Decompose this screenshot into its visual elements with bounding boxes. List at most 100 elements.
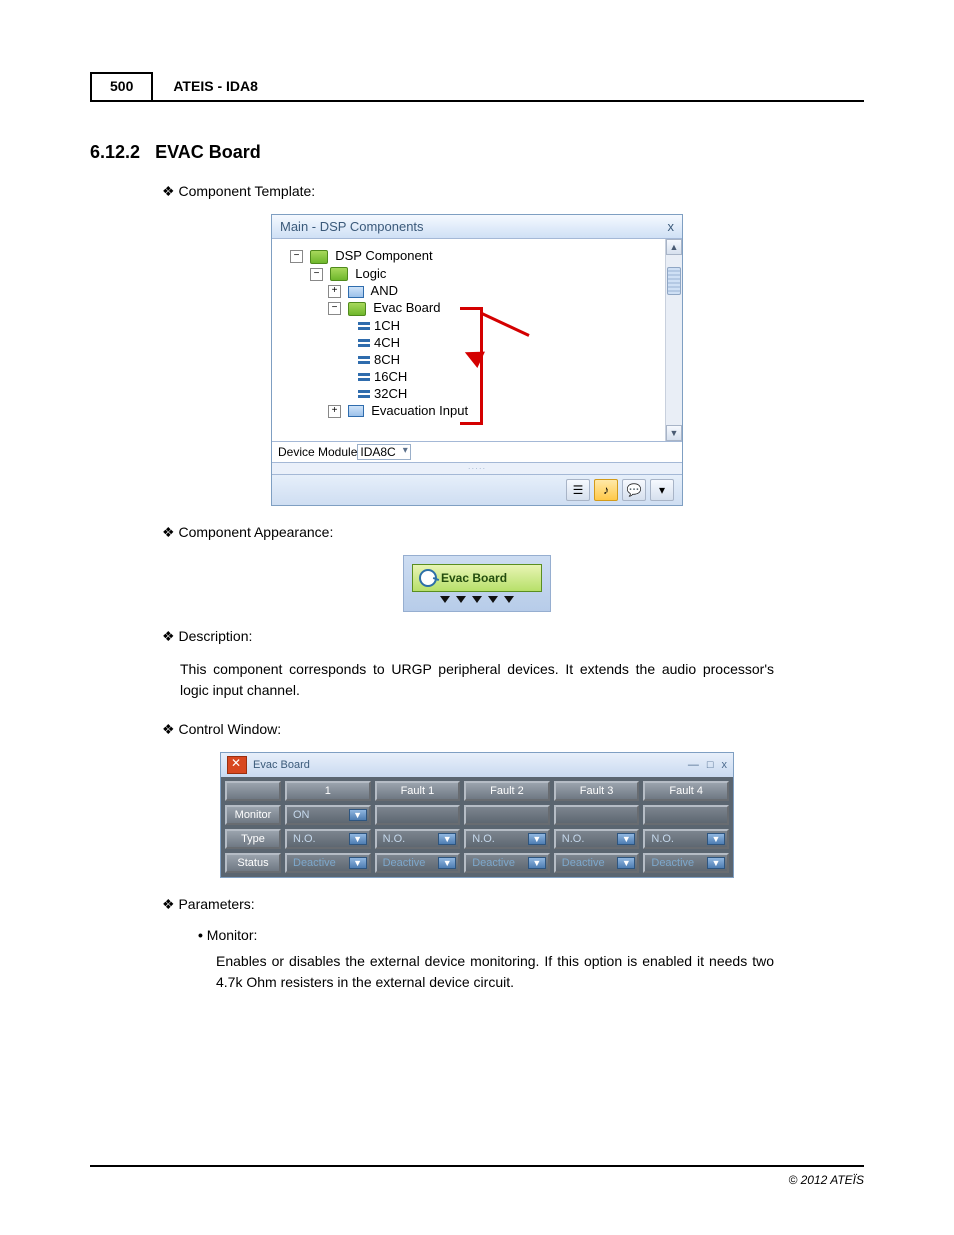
tree-logic[interactable]: Logic	[355, 266, 386, 281]
label-component-template: Component Template:	[162, 183, 864, 200]
item-icon	[348, 286, 364, 298]
scroll-up-icon[interactable]: ▲	[666, 239, 682, 255]
minimize-icon[interactable]: —	[688, 759, 699, 771]
expander-icon[interactable]: −	[290, 250, 303, 263]
scrollbar[interactable]: ▲ ▼	[665, 239, 682, 441]
label-control-window: Control Window:	[162, 721, 864, 738]
evac-badge-icon	[419, 569, 437, 587]
chevron-down-icon[interactable]: ▼	[617, 857, 635, 869]
expander-icon[interactable]: +	[328, 285, 341, 298]
section-heading: 6.12.2 EVAC Board	[90, 142, 864, 163]
evac-board-badge[interactable]: Evac Board	[412, 564, 542, 592]
tree-evac-board[interactable]: Evac Board	[373, 300, 440, 315]
tree-ch[interactable]: 4CH	[374, 335, 400, 350]
device-module-row: Device Module IDA8C	[272, 441, 682, 463]
chevron-down-icon[interactable]: ▼	[707, 833, 725, 845]
section-number: 6.12.2	[90, 142, 140, 162]
scroll-thumb[interactable]	[667, 267, 681, 295]
page-header: 500 ATEIS - IDA8	[90, 72, 864, 102]
tree-ch[interactable]: 32CH	[374, 386, 407, 401]
type-select[interactable]: N.O.▼	[554, 829, 640, 849]
tree-root[interactable]: DSP Component	[335, 248, 432, 263]
maximize-icon[interactable]: □	[707, 759, 714, 771]
highlight-bracket	[460, 307, 483, 425]
control-window: Evac Board — □ x 1 Fault 1 Fault 2 Fault…	[220, 752, 734, 878]
chevron-down-icon[interactable]: ▼	[438, 833, 456, 845]
chevron-down-icon[interactable]: ▼	[707, 857, 725, 869]
dsp-title-text: Main - DSP Components	[280, 219, 424, 234]
chevron-down-icon[interactable]: ▼	[349, 833, 367, 845]
chevron-down-icon[interactable]: ▼	[438, 857, 456, 869]
monitor-select[interactable]: ON▼	[285, 805, 371, 825]
folder-icon	[330, 267, 348, 281]
close-icon[interactable]: x	[722, 759, 728, 771]
chevron-down-icon[interactable]: ▼	[349, 809, 367, 821]
type-select[interactable]: N.O.▼	[464, 829, 550, 849]
dsp-components-panel: Main - DSP Components x − DSP Component …	[271, 214, 683, 506]
tree-ch[interactable]: 1CH	[374, 318, 400, 333]
dsp-tree[interactable]: − DSP Component − Logic + AND − Evac Boa…	[272, 239, 682, 441]
item-icon	[348, 405, 364, 417]
device-module-label: Device Module	[278, 445, 357, 459]
close-icon[interactable]: x	[668, 219, 675, 234]
type-select[interactable]: N.O.▼	[643, 829, 729, 849]
control-table: 1 Fault 1 Fault 2 Fault 3 Fault 4 Monito…	[221, 777, 733, 877]
footer-button-audio-icon[interactable]: ♪	[594, 479, 618, 501]
control-window-titlebar[interactable]: Evac Board — □ x	[221, 753, 733, 777]
status-select[interactable]: Deactive▼	[643, 853, 729, 873]
status-select[interactable]: Deactive▼	[554, 853, 640, 873]
row-label-type: Type	[225, 829, 281, 849]
chevron-down-icon[interactable]: ▼	[528, 833, 546, 845]
chevron-down-icon[interactable]: ▼	[617, 833, 635, 845]
device-module-select[interactable]: IDA8C	[357, 444, 410, 460]
col-header: Fault 1	[375, 781, 461, 801]
control-window-title: Evac Board	[253, 759, 310, 771]
chevron-down-icon[interactable]: ▼	[528, 857, 546, 869]
doc-title: ATEIS - IDA8	[153, 72, 258, 100]
scroll-down-icon[interactable]: ▼	[666, 425, 682, 441]
evac-badge-panel: Evac Board	[403, 555, 551, 612]
tree-ch[interactable]: 8CH	[374, 352, 400, 367]
col-header: Fault 2	[464, 781, 550, 801]
empty-cell	[554, 805, 640, 825]
empty-cell	[464, 805, 550, 825]
type-select[interactable]: N.O.▼	[285, 829, 371, 849]
highlight-arrow	[477, 334, 529, 337]
expander-icon[interactable]: −	[328, 302, 341, 315]
col-header: Fault 3	[554, 781, 640, 801]
expander-icon[interactable]: −	[310, 268, 323, 281]
col-header: Fault 4	[643, 781, 729, 801]
status-select[interactable]: Deactive▼	[464, 853, 550, 873]
status-select[interactable]: Deactive▼	[375, 853, 461, 873]
type-select[interactable]: N.O.▼	[375, 829, 461, 849]
copyright: © 2012 ATEÏS	[788, 1173, 864, 1187]
tree-evac-input[interactable]: Evacuation Input	[371, 403, 468, 418]
table-row: Monitor ON▼	[225, 805, 729, 825]
status-select[interactable]: Deactive▼	[285, 853, 371, 873]
page-footer: © 2012 ATEÏS	[90, 1165, 864, 1187]
footer-button-list-icon[interactable]: ☰	[566, 479, 590, 501]
leaf-icon	[358, 321, 370, 331]
folder-icon	[310, 250, 328, 264]
folder-icon	[348, 302, 366, 316]
col-header	[225, 781, 281, 801]
leaf-icon	[358, 372, 370, 382]
resize-grip[interactable]: ·····	[272, 463, 682, 474]
label-description: Description:	[162, 628, 864, 645]
footer-button-chat-icon[interactable]: 💬	[622, 479, 646, 501]
empty-cell	[375, 805, 461, 825]
leaf-icon	[358, 338, 370, 348]
empty-cell	[643, 805, 729, 825]
tree-ch[interactable]: 16CH	[374, 369, 407, 384]
row-label-status: Status	[225, 853, 281, 873]
tree-and[interactable]: AND	[371, 283, 398, 298]
description-text: This component corresponds to URGP perip…	[180, 659, 774, 701]
page-number: 500	[90, 72, 153, 100]
leaf-icon	[358, 389, 370, 399]
footer-button-dropdown-icon[interactable]: ▾	[650, 479, 674, 501]
expander-icon[interactable]: +	[328, 405, 341, 418]
leaf-icon	[358, 355, 370, 365]
table-row: Type N.O.▼ N.O.▼ N.O.▼ N.O.▼ N.O.▼	[225, 829, 729, 849]
chevron-down-icon[interactable]: ▼	[349, 857, 367, 869]
dsp-titlebar[interactable]: Main - DSP Components x	[272, 215, 682, 239]
